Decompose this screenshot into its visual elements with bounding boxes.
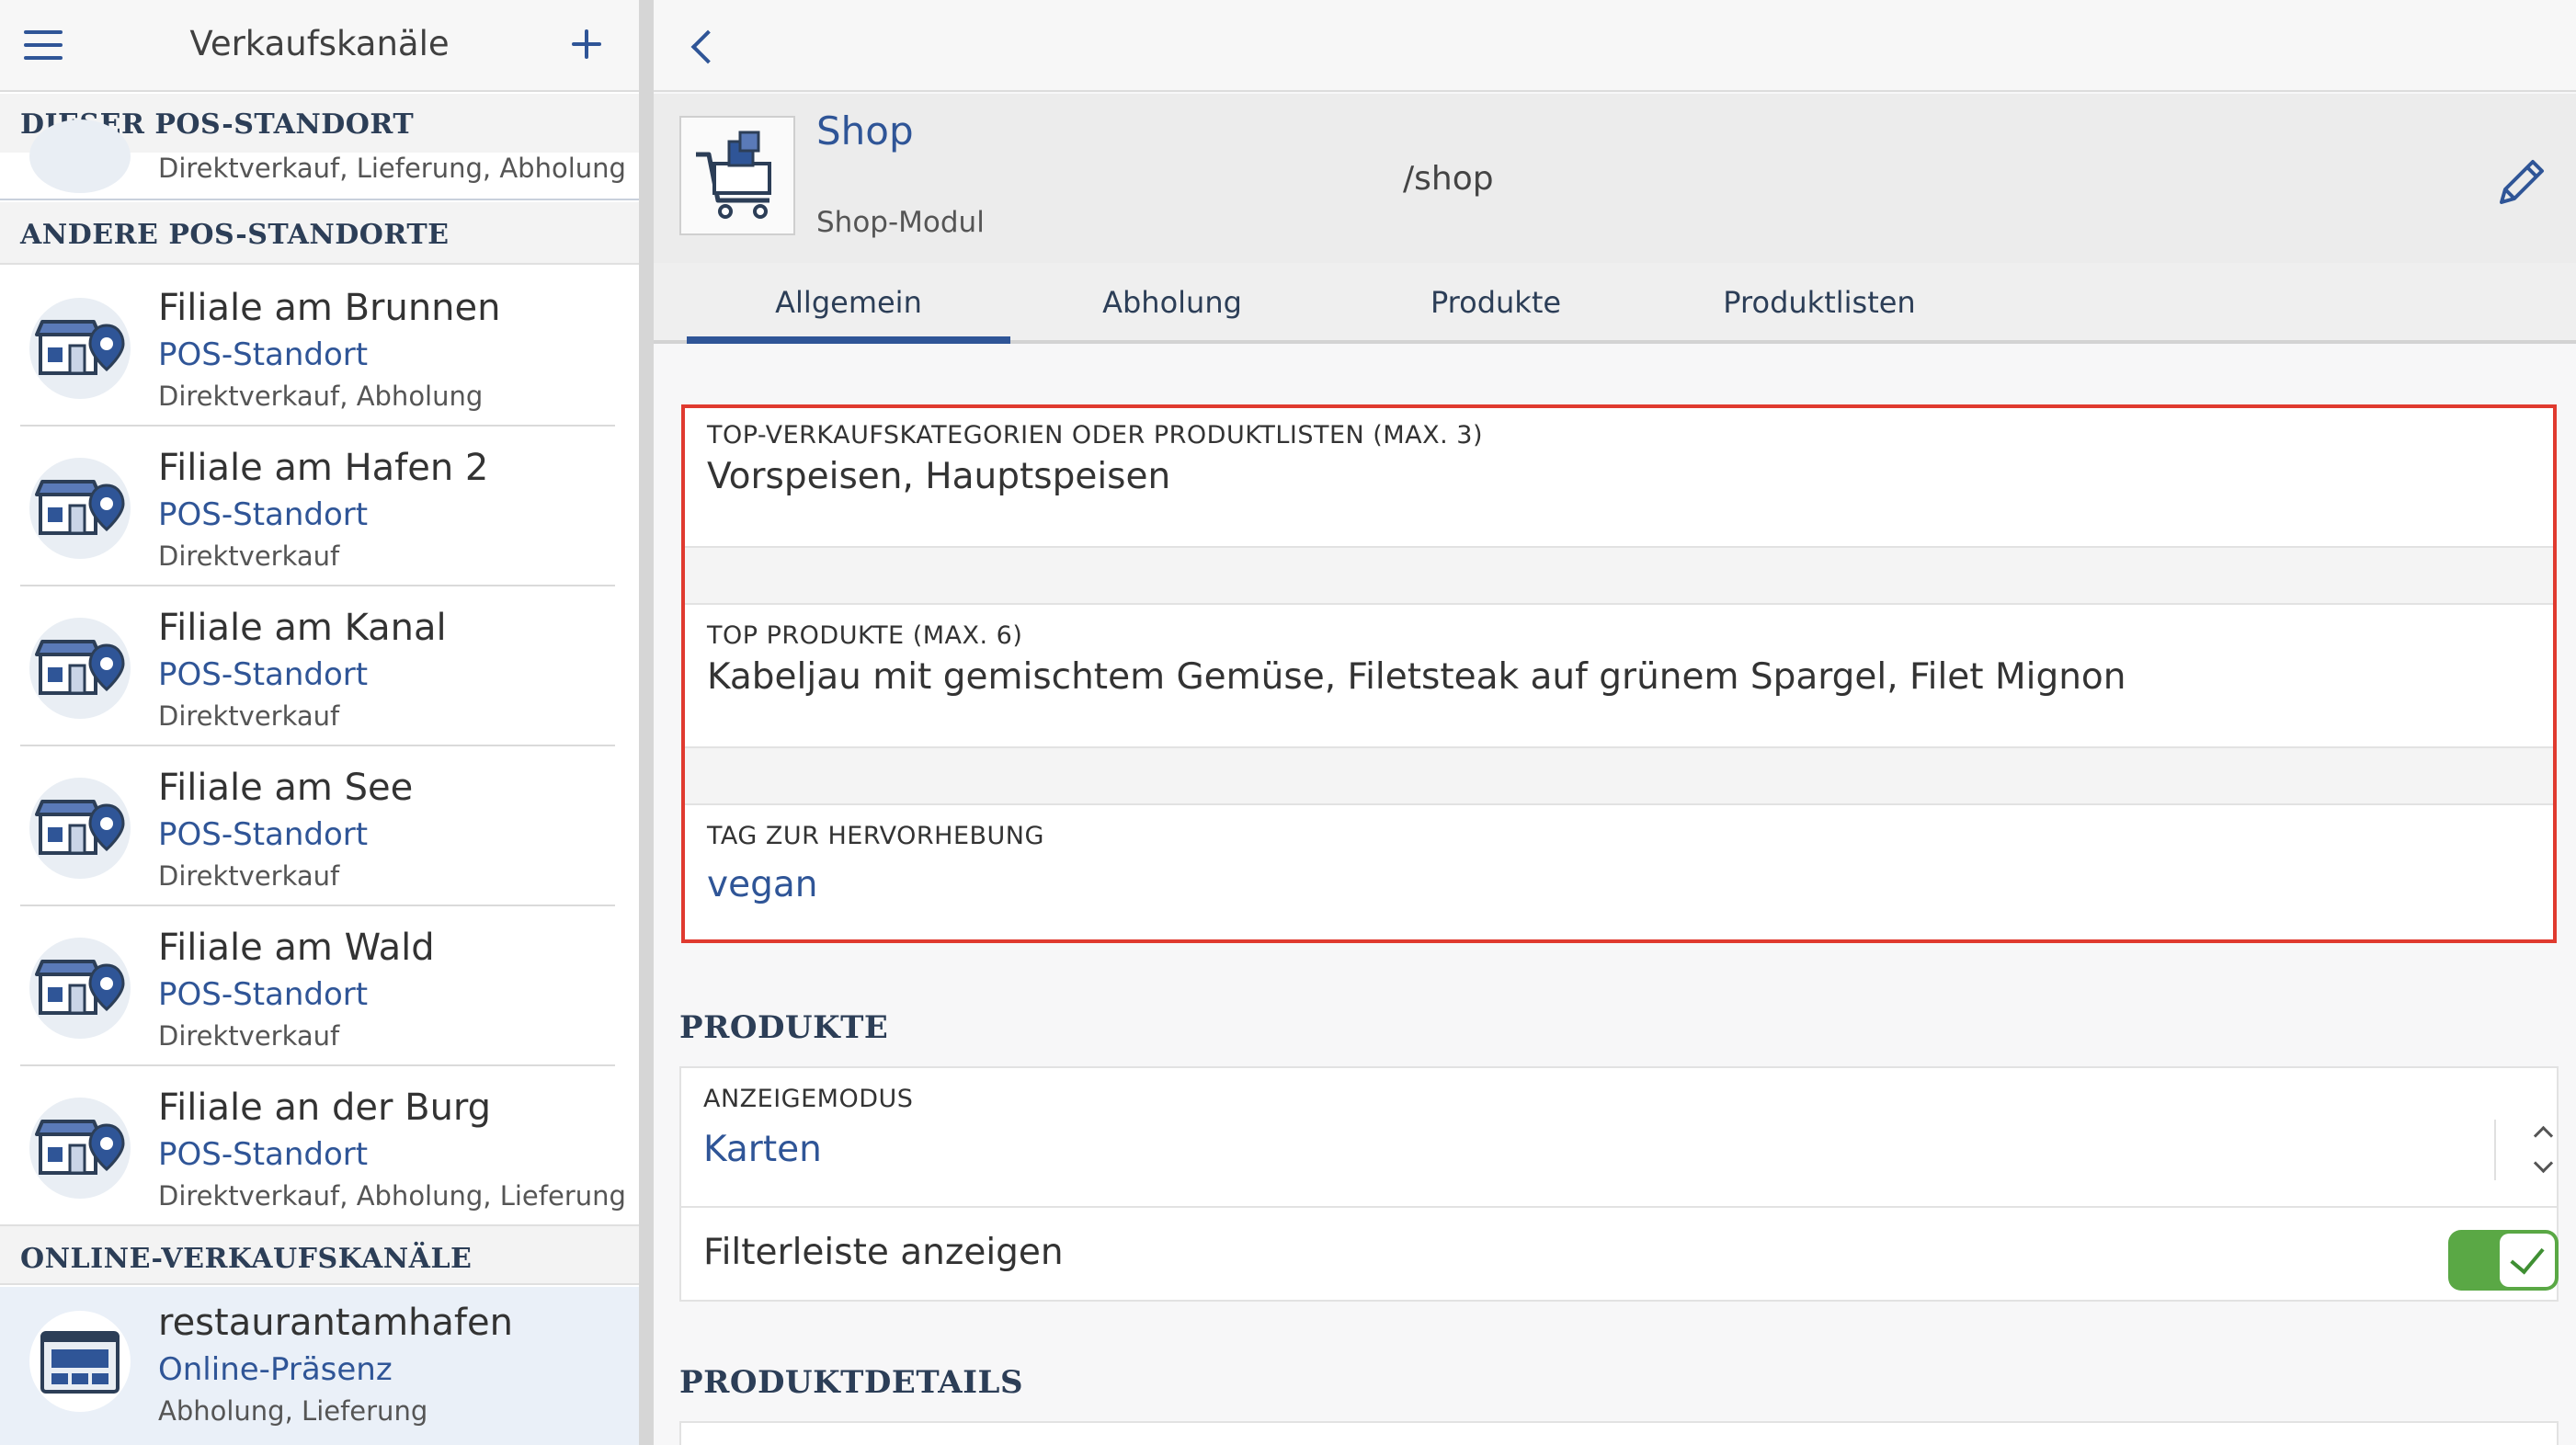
filter-bar-label: Filterleiste anzeigen bbox=[703, 1232, 1064, 1273]
this-pos-item[interactable]: Direktverkauf, Lieferung, Abholung bbox=[0, 119, 639, 200]
online-channel-name: restaurantamhafen bbox=[158, 1302, 513, 1344]
module-header: Shop Shop-Modul /shop bbox=[654, 94, 2576, 263]
pos-name: Filiale am Kanal bbox=[158, 607, 447, 649]
pencil-icon[interactable] bbox=[2489, 151, 2553, 215]
online-channel-channels: Abholung, Lieferung bbox=[158, 1395, 428, 1427]
divider bbox=[681, 1206, 2557, 1208]
filter-bar-toggle[interactable] bbox=[2448, 1230, 2559, 1291]
this-pos-channels: Direktverkauf, Lieferung, Abholung bbox=[158, 153, 626, 184]
active-tab-indicator bbox=[687, 336, 1010, 344]
pane-title: Verkaufskanäle bbox=[189, 24, 450, 63]
browser-window-icon bbox=[29, 1311, 131, 1412]
store-location-icon bbox=[29, 119, 131, 193]
highlight-settings-box: TOP-VERKAUFSKATEGORIEN ODER PRODUKTLISTE… bbox=[681, 404, 2557, 943]
pos-channels: Direktverkauf bbox=[158, 540, 340, 572]
pos-channels: Direktverkauf bbox=[158, 860, 340, 892]
display-mode-select[interactable]: Karten bbox=[703, 1129, 822, 1170]
checkmark-icon bbox=[2500, 1234, 2555, 1287]
module-subtitle: Shop-Modul bbox=[816, 206, 985, 239]
list-item-pos[interactable]: Filiale am Kanal POS-Standort Direktverk… bbox=[0, 586, 639, 746]
store-location-icon bbox=[29, 938, 131, 1039]
list-item-pos[interactable]: Filiale am Brunnen POS-Standort Direktve… bbox=[0, 267, 639, 427]
list-item-online-channel[interactable]: restaurantamhafen Online-Präsenz Abholun… bbox=[0, 1287, 639, 1445]
chevron-left-icon[interactable] bbox=[687, 26, 724, 66]
shopping-cart-icon bbox=[679, 116, 795, 235]
pos-channels: Direktverkauf bbox=[158, 1020, 340, 1052]
store-location-icon bbox=[29, 458, 131, 559]
tab-allgemein[interactable]: Allgemein bbox=[687, 285, 1010, 320]
pos-name: Filiale am Wald bbox=[158, 927, 435, 969]
section-title-produkte: PRODUKTE bbox=[679, 1009, 889, 1046]
highlight-tag-label: TAG ZUR HERVORHEBUNG bbox=[707, 822, 1044, 850]
produkte-card: ANZEIGEMODUS Karten Filterleiste anzeige… bbox=[679, 1066, 2559, 1302]
spacer bbox=[685, 546, 2553, 605]
online-channel-kind: Online-Präsenz bbox=[158, 1351, 393, 1388]
pos-kind: POS-Standort bbox=[158, 976, 369, 1013]
tab-bar: Allgemein Abholung Produkte Produktliste… bbox=[654, 263, 2576, 344]
pos-name: Filiale am See bbox=[158, 767, 414, 809]
left-topbar: Verkaufskanäle bbox=[0, 0, 639, 92]
tab-produktlisten[interactable]: Produktlisten bbox=[1658, 285, 1981, 320]
section-header-other-pos: ANDERE POS-STANDORTE bbox=[0, 202, 639, 265]
list-item-pos[interactable]: Filiale am Hafen 2 POS-Standort Direktve… bbox=[0, 427, 639, 586]
add-channel-button[interactable] bbox=[568, 26, 605, 63]
chevron-up-down-icon[interactable] bbox=[2494, 1120, 2559, 1180]
right-topbar bbox=[654, 0, 2576, 92]
display-mode-label: ANZEIGEMODUS bbox=[703, 1085, 914, 1113]
top-products-label: TOP PRODUKTE (MAX. 6) bbox=[707, 621, 1023, 650]
store-location-icon bbox=[29, 778, 131, 879]
list-item-pos[interactable]: Filiale am See POS-Standort Direktverkau… bbox=[0, 746, 639, 906]
produktdetails-card bbox=[679, 1421, 2559, 1445]
top-products-field[interactable]: Kabeljau mit gemischtem Gemüse, Filetste… bbox=[707, 656, 2126, 698]
module-detail-pane: Shop Shop-Modul /shop Allgemein Abholung… bbox=[654, 0, 2576, 1445]
store-location-icon bbox=[29, 1098, 131, 1199]
pos-name: Filiale am Hafen 2 bbox=[158, 447, 489, 489]
list-item-pos[interactable]: Filiale am Wald POS-Standort Direktverka… bbox=[0, 906, 639, 1066]
pos-name: Filiale an der Burg bbox=[158, 1087, 492, 1129]
module-title: Shop bbox=[816, 108, 914, 154]
pos-kind: POS-Standort bbox=[158, 496, 369, 533]
section-title-produktdetails: PRODUKTDETAILS bbox=[679, 1364, 1024, 1401]
top-categories-field[interactable]: Vorspeisen, Hauptspeisen bbox=[707, 456, 1170, 497]
highlight-tag-field[interactable]: vegan bbox=[707, 864, 817, 905]
hamburger-menu-icon[interactable] bbox=[24, 30, 66, 62]
pane-divider[interactable] bbox=[639, 0, 654, 1445]
sales-channels-pane: Verkaufskanäle DIESER POS-STANDORT Direk… bbox=[0, 0, 639, 1445]
module-path: /shop bbox=[1403, 160, 1494, 198]
pos-name: Filiale am Brunnen bbox=[158, 287, 501, 329]
store-location-icon bbox=[29, 618, 131, 719]
tab-abholung[interactable]: Abholung bbox=[1010, 285, 1334, 320]
list-item-pos[interactable]: Filiale an der Burg POS-Standort Direktv… bbox=[0, 1066, 639, 1226]
pos-kind: POS-Standort bbox=[158, 656, 369, 693]
pos-channels: Direktverkauf, Abholung, Lieferung bbox=[158, 1180, 626, 1212]
pos-kind: POS-Standort bbox=[158, 816, 369, 853]
pos-kind: POS-Standort bbox=[158, 1136, 369, 1173]
pos-channels: Direktverkauf bbox=[158, 700, 340, 732]
spacer bbox=[685, 746, 2553, 805]
pos-kind: POS-Standort bbox=[158, 336, 369, 373]
top-categories-label: TOP-VERKAUFSKATEGORIEN ODER PRODUKTLISTE… bbox=[707, 421, 1483, 449]
section-header-online: ONLINE-VERKAUFSKANÄLE bbox=[0, 1224, 639, 1285]
store-location-icon bbox=[29, 298, 131, 399]
tab-produkte[interactable]: Produkte bbox=[1334, 285, 1658, 320]
pos-channels: Direktverkauf, Abholung bbox=[158, 381, 484, 412]
